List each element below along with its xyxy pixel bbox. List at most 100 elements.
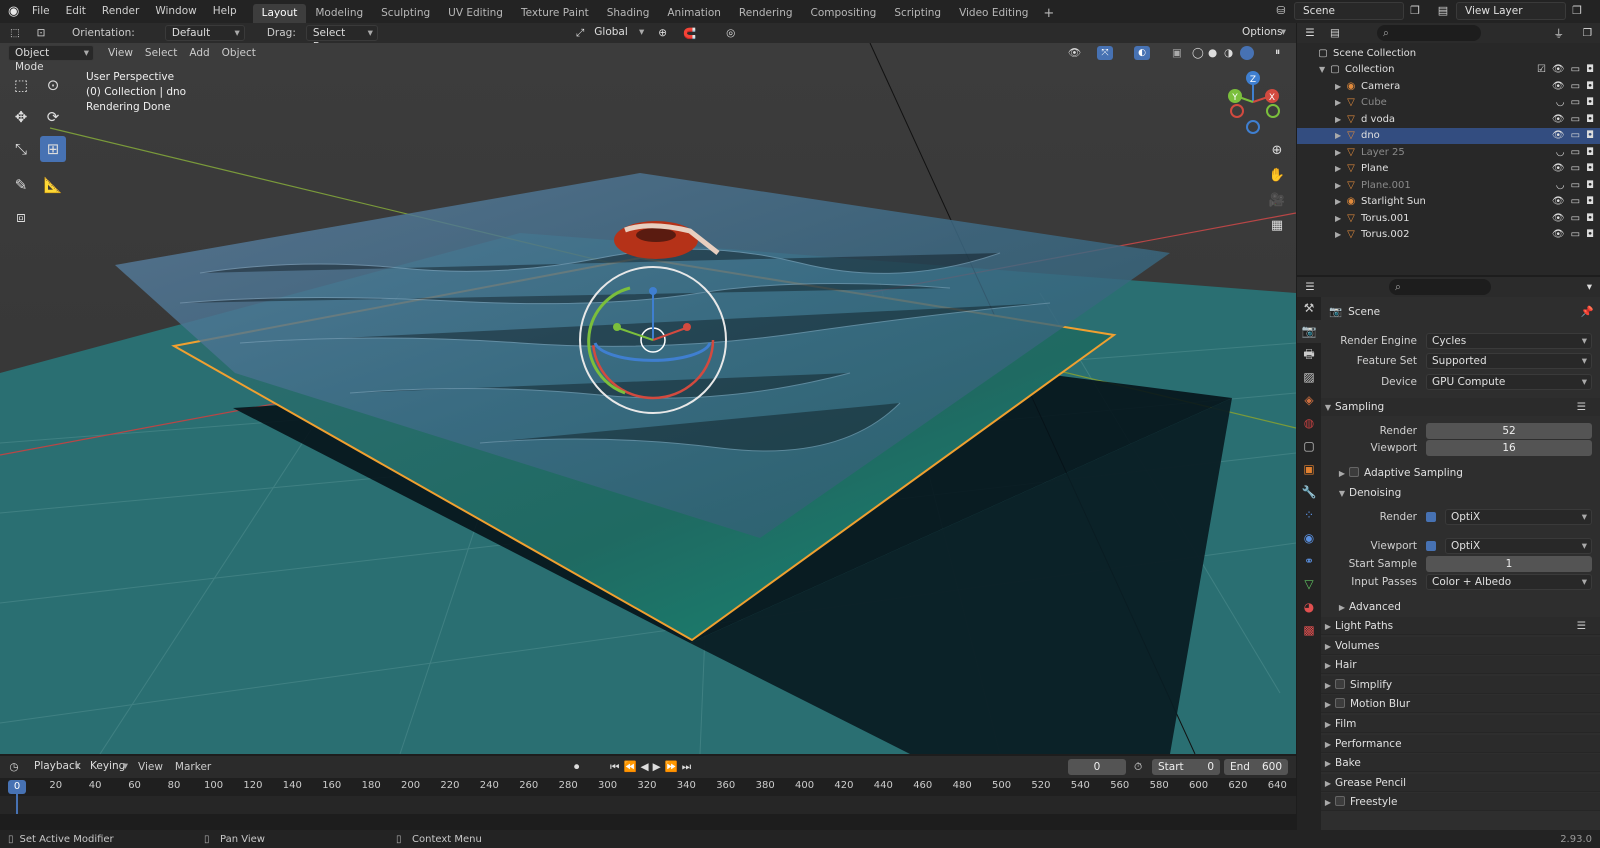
scene-tab-icon[interactable]: ◈ xyxy=(1297,389,1321,412)
pause-render-icon[interactable]: ⏸ xyxy=(1275,46,1280,59)
scale-tool-icon[interactable]: ⤡ xyxy=(8,136,34,162)
eye-icon[interactable]: 👁 xyxy=(1552,229,1565,240)
eye-icon[interactable]: 👁 xyxy=(1552,64,1565,75)
camera-view-icon[interactable]: 🎥 xyxy=(1266,190,1288,212)
eye-icon[interactable]: 👁 xyxy=(1552,114,1565,125)
monitor-icon[interactable]: ▭ xyxy=(1571,81,1580,92)
view-layer-name-field[interactable]: View Layer xyxy=(1456,2,1566,20)
expand-icon[interactable]: ▶ xyxy=(1335,164,1345,173)
overlay-toggle-icon[interactable]: ◐ xyxy=(1134,45,1150,60)
outliner-item-toggles[interactable]: 👁 ▭ ◘ xyxy=(1552,81,1594,92)
current-frame-field[interactable]: 0 xyxy=(1068,759,1126,775)
collection-tab-icon[interactable]: ▢ xyxy=(1297,435,1321,458)
measure-tool-icon[interactable]: 📐 xyxy=(40,172,66,198)
panel-header[interactable]: ▶ Bake xyxy=(1321,754,1600,773)
render-camera-icon[interactable]: ◘ xyxy=(1586,64,1594,75)
panel-header[interactable]: ▶ Performance xyxy=(1321,734,1600,753)
outliner-item-toggles[interactable]: 👁 ▭ ◘ xyxy=(1552,130,1594,141)
timeline-ruler[interactable]: 0 20 40 60 80 100 120 140 160 180 200 220 240 260 280 3… xyxy=(0,778,1296,796)
monitor-icon[interactable]: ▭ xyxy=(1571,229,1580,240)
zoom-icon[interactable]: ⊕ xyxy=(1266,140,1288,162)
panel-expand-icon[interactable]: ▶ xyxy=(1321,677,1335,695)
outliner-search-input[interactable]: ⌕ xyxy=(1377,25,1481,41)
outliner-item-toggles[interactable]: ◡ ▭ ◘ xyxy=(1556,147,1594,158)
outliner-editor-icon[interactable]: ☰ xyxy=(1297,27,1323,39)
denoise-render-dropdown[interactable]: OptiX xyxy=(1445,509,1592,525)
panel-expand-icon[interactable]: ▶ xyxy=(1321,638,1335,656)
monitor-icon[interactable]: ▭ xyxy=(1571,213,1580,224)
tab-rendering[interactable]: Rendering xyxy=(730,4,802,23)
render-samples-field[interactable]: 52 xyxy=(1426,423,1592,439)
tab-texture-paint[interactable]: Texture Paint xyxy=(512,4,598,23)
outliner-item-toggles[interactable]: 👁 ▭ ◘ xyxy=(1552,114,1594,125)
eye-icon[interactable]: 👁 xyxy=(1552,163,1565,174)
panel-header[interactable]: ▶ Hair xyxy=(1321,656,1600,675)
render-tab-icon[interactable]: 📷 xyxy=(1297,320,1321,343)
expand-icon[interactable]: ▶ xyxy=(1335,115,1345,124)
expand-icon[interactable]: ▶ xyxy=(1335,230,1345,239)
pivot-point-icon[interactable]: ⊕ xyxy=(658,27,667,39)
3d-viewport[interactable]: Z X Y xyxy=(0,43,1296,754)
playhead[interactable] xyxy=(16,792,18,814)
viewport-samples-field[interactable]: 16 xyxy=(1426,440,1592,456)
monitor-icon[interactable]: ▭ xyxy=(1571,180,1580,191)
panel-expand-icon[interactable]: ▶ xyxy=(1321,755,1335,773)
start-frame-field[interactable]: Start 0 xyxy=(1152,759,1220,775)
tool-tab-icon[interactable]: ⚒ xyxy=(1297,297,1321,320)
adaptive-sampling-checkbox[interactable] xyxy=(1349,467,1359,477)
start-sample-field[interactable]: 1 xyxy=(1426,556,1592,572)
panel-expand-icon[interactable]: ▶ xyxy=(1321,618,1335,636)
expand-icon[interactable]: ▶ xyxy=(1335,197,1345,206)
rotate-tool-icon[interactable]: ⟳ xyxy=(40,104,66,130)
ortho-grid-icon[interactable]: ▦ xyxy=(1266,215,1288,237)
expand-icon[interactable]: ▶ xyxy=(1335,181,1345,190)
outliner-item-toggles[interactable]: 👁 ▭ ◘ xyxy=(1552,163,1594,174)
outliner-item-toggles[interactable]: 👁 ▭ ◘ xyxy=(1552,196,1594,207)
outliner-item[interactable]: ▶ ◉ Camera 👁 ▭ ◘ xyxy=(1297,78,1600,95)
monitor-icon[interactable]: ▭ xyxy=(1571,147,1580,158)
orientation-dropdown[interactable]: Default xyxy=(164,25,245,41)
panel-enable-checkbox[interactable] xyxy=(1335,678,1345,689)
menu-file[interactable]: File xyxy=(24,0,58,23)
denoise-render-checkbox[interactable] xyxy=(1426,512,1436,522)
exclude-checkbox-icon[interactable]: ☑ xyxy=(1537,64,1546,75)
proportional-edit-icon[interactable]: ◎ xyxy=(726,27,735,39)
rendered-shading-icon[interactable] xyxy=(1240,45,1254,60)
panel-enable-checkbox[interactable] xyxy=(1335,796,1345,807)
wireframe-shading-icon[interactable]: ◯ xyxy=(1192,47,1204,59)
feature-set-dropdown[interactable]: Supported xyxy=(1426,353,1592,369)
denoise-viewport-checkbox[interactable] xyxy=(1426,541,1436,551)
tab-uv-editing[interactable]: UV Editing xyxy=(439,4,512,23)
render-camera-icon[interactable]: ◘ xyxy=(1586,81,1594,92)
monitor-icon[interactable]: ▭ xyxy=(1571,130,1580,141)
tab-video-editing[interactable]: Video Editing xyxy=(950,4,1037,23)
expand-icon[interactable]: ▶ xyxy=(1335,82,1345,91)
physics-tab-icon[interactable]: ◉ xyxy=(1297,527,1321,550)
expand-icon[interactable]: ▶ xyxy=(1335,131,1345,140)
collection-expand-icon[interactable]: ▼ xyxy=(1319,65,1329,74)
menu-object[interactable]: Object xyxy=(216,47,262,59)
render-camera-icon[interactable]: ◘ xyxy=(1586,147,1594,158)
outliner-item-toggles[interactable]: 👁 ▭ ◘ xyxy=(1552,229,1594,240)
monitor-icon[interactable]: ▭ xyxy=(1571,97,1580,108)
move-tool-icon[interactable]: ✥ xyxy=(8,104,34,130)
timeline-editor-icon[interactable]: ◷ xyxy=(0,761,28,773)
filter-icon[interactable]: ⏚ xyxy=(1554,26,1565,41)
add-cube-tool-icon[interactable]: ⧈ xyxy=(8,204,34,230)
panel-header[interactable]: ▶ Film xyxy=(1321,715,1600,733)
properties-search-input[interactable]: ⌕ xyxy=(1389,279,1491,295)
panel-header[interactable]: ▶ Freestyle xyxy=(1321,793,1600,812)
denoising-expand-icon[interactable]: ▼ xyxy=(1335,485,1349,503)
eye-icon[interactable]: 👁 xyxy=(1552,130,1565,141)
collection-toggles[interactable]: ☑ 👁 ▭ ◘ xyxy=(1537,64,1594,75)
new-collection-icon[interactable]: ❐ xyxy=(1583,27,1592,39)
eye-icon[interactable]: 👁 xyxy=(1552,213,1565,224)
data-tab-icon[interactable]: ▽ xyxy=(1297,573,1321,596)
tab-scripting[interactable]: Scripting xyxy=(885,4,950,23)
expand-icon[interactable]: ▶ xyxy=(1335,148,1345,157)
properties-editor-icon[interactable]: ☰ xyxy=(1297,281,1323,293)
constraints-tab-icon[interactable]: ⚭ xyxy=(1297,550,1321,573)
render-camera-icon[interactable]: ◘ xyxy=(1586,163,1594,174)
denoising-header[interactable]: ▼ Denoising xyxy=(1321,484,1600,502)
xray-icon[interactable]: ▣ xyxy=(1172,47,1182,59)
